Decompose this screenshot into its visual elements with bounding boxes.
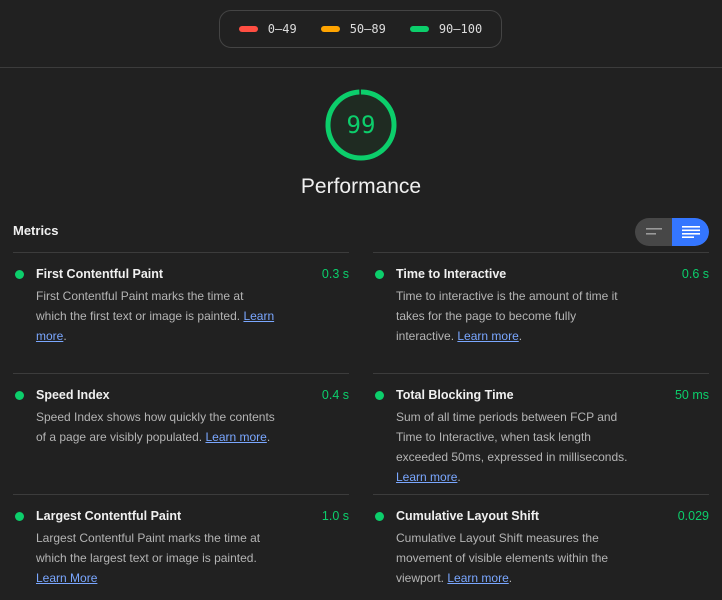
lines-collapsed-icon — [645, 228, 662, 235]
pass-status-icon — [375, 512, 384, 521]
metrics-view-toggle[interactable] — [635, 218, 709, 246]
collapsed-view-button[interactable] — [635, 218, 672, 246]
metric-speed-index: Speed Index 0.4 s Speed Index shows how … — [13, 373, 349, 494]
legend-fail-pill-icon — [238, 26, 258, 32]
pass-status-icon — [15, 391, 24, 400]
metric-total-blocking-time: Total Blocking Time 50 ms Sum of all tim… — [373, 373, 709, 494]
pass-status-icon — [375, 270, 384, 279]
metric-description: Sum of all time periods between FCP and … — [396, 407, 636, 487]
learn-more-link[interactable]: Learn More — [36, 571, 97, 585]
learn-more-link[interactable]: Learn more — [457, 329, 518, 343]
pass-status-icon — [375, 391, 384, 400]
metric-name: Speed Index — [36, 388, 110, 402]
score-legend-bar: 0–49 50–89 90–100 — [0, 0, 722, 68]
legend-item-average: 50–89 — [320, 22, 386, 36]
metric-description-text: First Contentful Paint marks the time at… — [36, 289, 244, 323]
legend-item-label: 90–100 — [438, 22, 483, 36]
legend-item-fail: 0–49 — [238, 22, 297, 36]
description-suffix: . — [508, 571, 513, 585]
performance-score: 99 — [346, 111, 376, 139]
metric-value: 50 ms — [674, 388, 709, 402]
metric-name: Largest Contentful Paint — [36, 509, 182, 523]
metric-largest-contentful-paint: Largest Contentful Paint 1.0 s Largest C… — [13, 494, 349, 600]
metric-description: Largest Contentful Paint marks the time … — [36, 528, 276, 588]
expanded-view-button[interactable] — [672, 218, 709, 246]
metric-name: Time to Interactive — [396, 267, 507, 281]
description-suffix: . — [518, 329, 523, 343]
performance-title: Performance — [300, 175, 422, 198]
pass-status-icon — [15, 270, 24, 279]
performance-gauge-section: 99 Performance — [0, 68, 722, 210]
metric-name: Cumulative Layout Shift — [396, 509, 540, 523]
metric-description: Cumulative Layout Shift measures the mov… — [396, 528, 636, 588]
legend-pass-pill-icon — [409, 26, 429, 32]
metric-first-contentful-paint: First Contentful Paint 0.3 s First Conte… — [13, 252, 349, 373]
description-suffix: . — [457, 470, 461, 484]
learn-more-link[interactable]: Learn more — [447, 571, 508, 585]
metric-name: Total Blocking Time — [396, 388, 514, 402]
description-suffix: . — [63, 329, 67, 343]
metric-description: First Contentful Paint marks the time at… — [36, 286, 276, 346]
learn-more-link[interactable]: Learn more — [396, 470, 457, 484]
pass-status-icon — [15, 512, 24, 521]
description-suffix: . — [266, 430, 271, 444]
metric-value: 0.029 — [677, 509, 709, 523]
metric-value: 0.6 s — [681, 267, 709, 281]
metrics-title: Metrics — [13, 223, 59, 238]
lighthouse-report: 0–49 50–89 90–100 99 Performance Metrics — [0, 0, 722, 600]
score-legend: 0–49 50–89 90–100 — [219, 10, 502, 48]
metric-description-text: Sum of all time periods between FCP and … — [396, 410, 628, 464]
metric-description: Time to interactive is the amount of tim… — [396, 286, 636, 346]
metric-time-to-interactive: Time to Interactive 0.6 s Time to intera… — [373, 252, 709, 373]
metric-value: 0.3 s — [321, 267, 349, 281]
legend-average-pill-icon — [320, 26, 340, 32]
lines-expanded-icon — [681, 226, 700, 238]
metric-cumulative-layout-shift: Cumulative Layout Shift 0.029 Cumulative… — [373, 494, 709, 600]
legend-item-label: 0–49 — [267, 22, 297, 36]
metric-value: 1.0 s — [321, 509, 349, 523]
learn-more-link[interactable]: Learn more — [205, 430, 266, 444]
metric-value: 0.4 s — [321, 388, 349, 402]
legend-item-label: 50–89 — [349, 22, 386, 36]
metric-description-text: Largest Contentful Paint marks the time … — [36, 531, 261, 565]
metric-description: Speed Index shows how quickly the conten… — [36, 407, 276, 447]
metric-name: First Contentful Paint — [36, 267, 164, 281]
metrics-header: Metrics — [0, 210, 722, 252]
legend-item-pass: 90–100 — [409, 22, 483, 36]
